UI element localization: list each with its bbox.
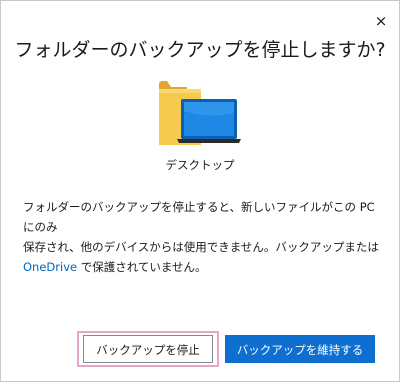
stop-backup-dialog: × フォルダーのバックアップを停止しますか? デスクトップ フォルダーのバックア… (0, 0, 400, 382)
desktop-folder-icon (159, 81, 241, 145)
keep-backup-button[interactable]: バックアップを維持する (225, 335, 375, 363)
message-line-1: フォルダーのバックアップを停止すると、新しいファイルがこの PC にのみ (23, 200, 375, 234)
dialog-title: フォルダーのバックアップを停止しますか? (14, 39, 386, 61)
message-line-2: 保存され、他のデバイスからは使用できません。バックアップまたは (23, 240, 379, 254)
message-line-3: OneDrive で保護されていません。 (23, 257, 383, 277)
dialog-message: フォルダーのバックアップを停止すると、新しいファイルがこの PC にのみ 保存さ… (23, 197, 383, 277)
folder-name-label: デスクトップ (165, 158, 235, 172)
onedrive-text: OneDrive (23, 260, 78, 274)
message-line-3-rest: で保護されていません。 (77, 260, 207, 274)
stop-backup-button[interactable]: バックアップを停止 (83, 335, 213, 363)
close-icon[interactable]: × (371, 11, 391, 31)
